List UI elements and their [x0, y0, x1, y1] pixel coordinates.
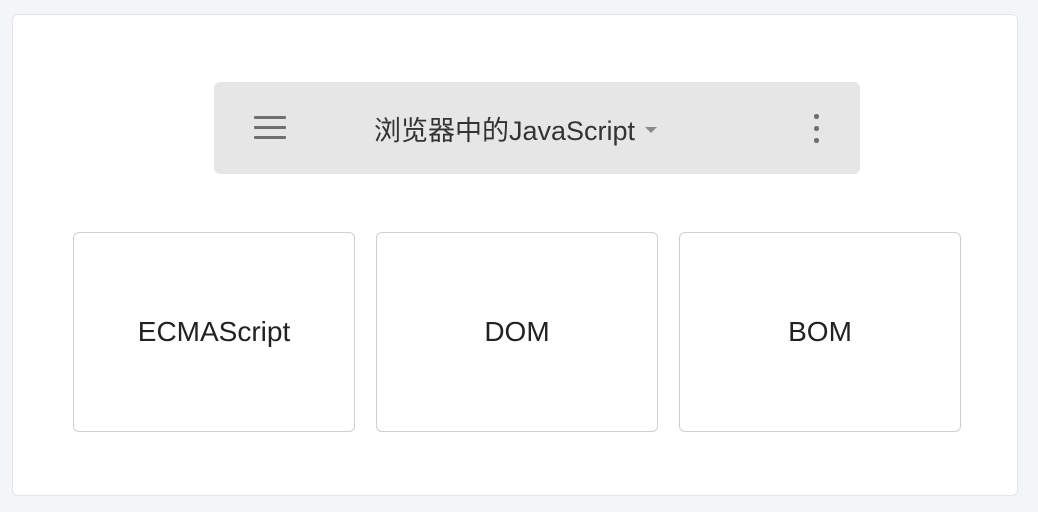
ecmascript-box: ECMAScript [73, 232, 355, 432]
ecmascript-label: ECMAScript [137, 316, 291, 347]
dom-box: DOM [376, 232, 658, 432]
title-dropdown[interactable]: 浏览器中的JavaScript [374, 110, 658, 146]
dom-label: DOM [484, 316, 550, 347]
vertical-ellipsis-icon[interactable] [806, 112, 826, 146]
bom-box: BOM [679, 232, 961, 432]
toolbar: 浏览器中的JavaScript [214, 82, 860, 174]
toolbar-title: 浏览器中的JavaScript [374, 115, 636, 146]
diagram-card: 浏览器中的JavaScript ECMAScript DOM BOM [12, 14, 1018, 496]
caret-down-icon [645, 127, 658, 133]
bom-label: BOM [788, 316, 852, 347]
hamburger-menu-icon[interactable] [254, 114, 286, 142]
